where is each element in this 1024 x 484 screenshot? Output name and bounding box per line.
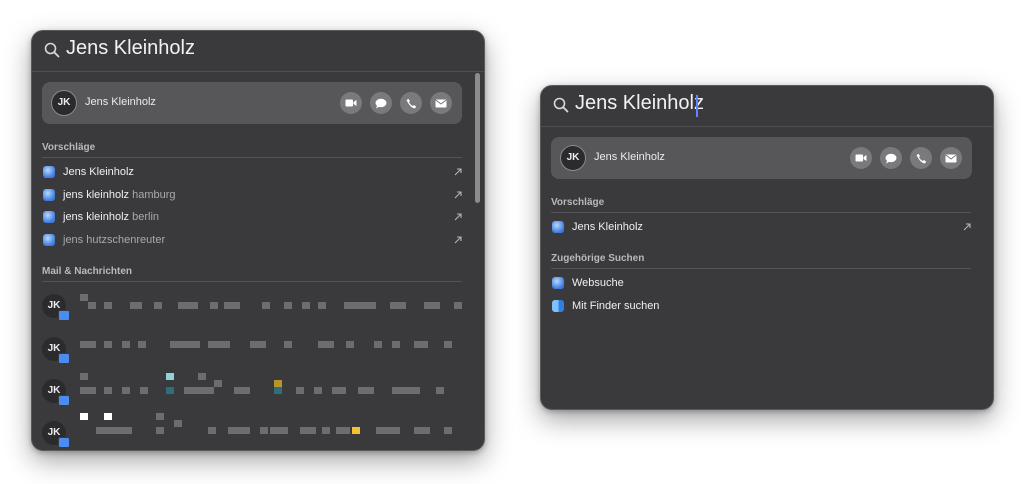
- message-button[interactable]: [370, 92, 392, 114]
- mail-badge-icon: [58, 310, 70, 321]
- phone-button[interactable]: [910, 147, 932, 169]
- mail-icon: [945, 154, 957, 162]
- section-header-suggestions: Vorschläge: [551, 197, 971, 213]
- suggestion-bold: Jens Kleinholz: [572, 221, 643, 233]
- mail-badge-icon: [58, 395, 70, 406]
- arrow-up-right-icon: [963, 223, 971, 231]
- message-icon: [375, 98, 387, 108]
- contact-actions: [340, 92, 452, 114]
- arrow-up-right-icon: [454, 213, 462, 221]
- scrollbar[interactable]: [475, 73, 480, 203]
- suggestion-rest: hamburg: [129, 189, 176, 201]
- mail-item[interactable]: JK: [42, 413, 462, 450]
- mail-button[interactable]: [940, 147, 962, 169]
- arrow-up-right-icon: [454, 236, 462, 244]
- phone-icon: [916, 153, 926, 163]
- contact-actions: [850, 147, 962, 169]
- mail-item[interactable]: JK: [42, 294, 462, 324]
- mail-badge-icon: [58, 353, 70, 364]
- suggestion-item[interactable]: jens hutzschenreuter: [42, 231, 462, 251]
- video-call-button[interactable]: [340, 92, 362, 114]
- arrow-up-right-icon: [454, 191, 462, 199]
- search-icon: [553, 97, 569, 113]
- safari-icon: [43, 234, 55, 246]
- safari-icon: [43, 166, 55, 178]
- blurred-preview: [74, 294, 462, 324]
- safari-icon: [552, 221, 564, 233]
- contact-card[interactable]: JK Jens Kleinholz: [551, 137, 972, 179]
- safari-icon: [43, 189, 55, 201]
- related-label: Websuche: [572, 277, 624, 289]
- suggestion-bold: jens kleinholz: [63, 211, 130, 223]
- spotlight-window-right: Jens Kleinholz JK Jens Kleinholz Vorschl…: [540, 85, 994, 410]
- search-field[interactable]: Jens Kleinholz: [541, 86, 993, 127]
- video-icon: [855, 154, 867, 162]
- safari-icon: [43, 211, 55, 223]
- search-query: Jens Kleinholz: [575, 92, 704, 114]
- mail-button[interactable]: [430, 92, 452, 114]
- mail-item[interactable]: JK: [42, 337, 462, 367]
- avatar: JK: [560, 145, 586, 171]
- suggestion-item[interactable]: jens kleinholz hamburg: [42, 186, 462, 206]
- suggestion-rest: jens hutzschenreuter: [63, 234, 166, 246]
- blurred-preview: [74, 337, 462, 367]
- safari-icon: [552, 277, 564, 289]
- suggestion-rest: berlin: [129, 211, 160, 223]
- contact-name: Jens Kleinholz: [594, 151, 665, 163]
- video-icon: [345, 99, 357, 107]
- section-header-related: Zugehörige Suchen: [551, 253, 971, 269]
- mail-icon: [435, 99, 447, 107]
- message-button[interactable]: [880, 147, 902, 169]
- suggestion-item[interactable]: Jens Kleinholz: [42, 163, 462, 183]
- suggestion-item[interactable]: jens kleinholz berlin: [42, 208, 462, 228]
- video-call-button[interactable]: [850, 147, 872, 169]
- suggestion-bold: Jens Kleinholz: [63, 166, 134, 178]
- section-header-mail: Mail & Nachrichten: [42, 266, 462, 282]
- suggestion-item[interactable]: Jens Kleinholz: [551, 218, 971, 238]
- blurred-preview: [74, 413, 462, 450]
- text-caret: [696, 95, 698, 117]
- arrow-up-right-icon: [454, 168, 462, 176]
- contact-card[interactable]: JK Jens Kleinholz: [42, 82, 462, 124]
- message-icon: [885, 153, 897, 163]
- mail-badge-icon: [58, 437, 70, 448]
- related-item-finder[interactable]: Mit Finder suchen: [551, 297, 971, 317]
- finder-icon: [552, 300, 564, 312]
- phone-icon: [406, 98, 416, 108]
- search-field[interactable]: Jens Kleinholz: [32, 31, 484, 72]
- phone-button[interactable]: [400, 92, 422, 114]
- mail-item[interactable]: JK: [42, 373, 462, 409]
- related-label: Mit Finder suchen: [572, 300, 660, 312]
- suggestion-bold: jens kleinholz: [63, 189, 130, 201]
- search-query: Jens Kleinholz: [66, 37, 195, 59]
- contact-name: Jens Kleinholz: [85, 96, 156, 108]
- section-header-suggestions: Vorschläge: [42, 142, 462, 158]
- avatar: JK: [51, 90, 77, 116]
- search-icon: [44, 42, 60, 58]
- spotlight-window-left: Jens Kleinholz JK Jens Kleinholz Vorschl…: [31, 30, 485, 451]
- related-item-websuche[interactable]: Websuche: [551, 274, 971, 294]
- blurred-preview: [74, 373, 462, 409]
